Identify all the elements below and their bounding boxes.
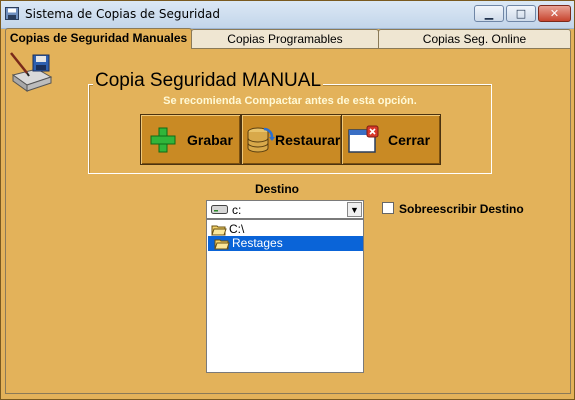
minimize-button[interactable]: ▁ xyxy=(474,5,504,22)
grabar-label: Grabar xyxy=(187,132,233,148)
tab-copias-programables[interactable]: Copias Programables xyxy=(191,29,379,48)
overwrite-checkbox[interactable] xyxy=(382,202,394,214)
cerrar-label: Cerrar xyxy=(388,132,431,148)
group-title: Copia Seguridad MANUAL xyxy=(93,70,324,92)
maximize-icon: □ xyxy=(515,7,527,20)
folder-label: Restages xyxy=(232,236,283,250)
database-restore-icon xyxy=(247,127,275,153)
close-window-button[interactable]: ✕ xyxy=(538,5,571,22)
title-bar[interactable]: Sistema de Copias de Seguridad ▁ □ ✕ xyxy=(1,1,574,29)
close-icon: ✕ xyxy=(549,7,560,20)
open-folder-icon xyxy=(211,225,227,236)
overwrite-label[interactable]: Sobreescribir Destino xyxy=(399,202,524,216)
tab-copias-manuales[interactable]: Copias de Seguridad Manuales xyxy=(5,28,192,49)
maximize-button[interactable]: □ xyxy=(506,5,536,22)
app-window: Sistema de Copias de Seguridad ▁ □ ✕ Cop… xyxy=(0,0,575,400)
app-icon xyxy=(5,7,19,20)
open-folder-icon xyxy=(214,239,230,250)
restaurar-label: Restaurar xyxy=(275,132,341,148)
window-title: Sistema de Copias de Seguridad xyxy=(25,7,220,21)
cerrar-button[interactable]: Cerrar xyxy=(341,114,441,165)
minimize-icon: ▁ xyxy=(484,7,494,20)
close-window-icon xyxy=(348,125,379,153)
destino-label: Destino xyxy=(255,182,300,196)
backup-computer-icon xyxy=(10,52,53,92)
grabar-button[interactable]: Grabar xyxy=(140,114,241,165)
folder-item-restages[interactable]: Restages xyxy=(208,236,363,251)
drive-value: c: xyxy=(232,203,242,217)
directory-list[interactable]: C:\ Restages xyxy=(206,219,364,373)
tab-copias-online[interactable]: Copias Seg. Online xyxy=(378,29,571,48)
plus-icon xyxy=(150,127,176,153)
folder-item-root[interactable]: C:\ xyxy=(208,222,362,237)
restaurar-button[interactable]: Restaurar xyxy=(241,114,342,165)
drive-icon xyxy=(211,205,228,214)
drive-select[interactable]: c: ▼ xyxy=(206,200,364,219)
compact-hint: Se recomienda Compactar antes de esta op… xyxy=(163,95,417,107)
chevron-down-icon[interactable]: ▼ xyxy=(347,202,362,217)
folder-label: C:\ xyxy=(229,222,245,236)
